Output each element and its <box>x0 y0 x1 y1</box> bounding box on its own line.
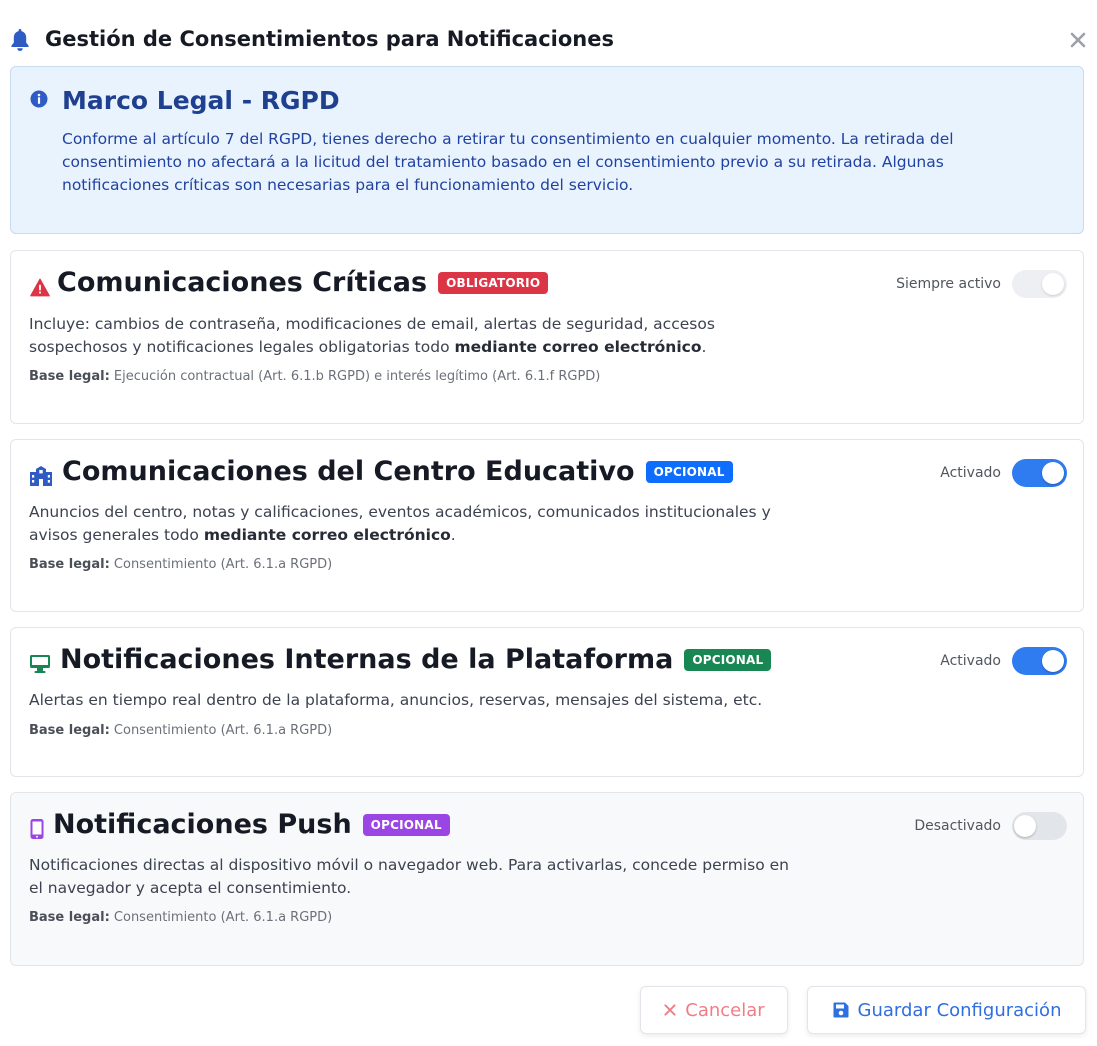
card-title: Notificaciones Push OPCIONAL <box>53 809 450 840</box>
card-description: Alertas en tiempo real dentro de la plat… <box>29 689 1029 712</box>
basis-label: Base legal: <box>29 369 110 384</box>
legal-basis: Base legal: Consentimiento (Art. 6.1.a R… <box>29 557 332 572</box>
toggle-status-label: Desactivado <box>914 818 1001 834</box>
cancel-label: Cancelar <box>685 999 765 1021</box>
basis-label: Base legal: <box>29 557 110 572</box>
save-icon <box>833 1002 849 1018</box>
desktop-icon <box>30 655 50 673</box>
card-title-text: Comunicaciones Críticas <box>57 267 428 298</box>
basis-text: Ejecución contractual (Art. 6.1.b RGPD) … <box>109 369 601 384</box>
basis-label: Base legal: <box>29 723 110 738</box>
toggle-knob <box>1042 650 1064 672</box>
optional-badge: OPCIONAL <box>362 813 450 836</box>
legal-title: Marco Legal - RGPD <box>62 86 340 115</box>
toggle-knob <box>1042 462 1064 484</box>
toggle-status-label: Activado <box>940 653 1001 669</box>
cancel-button[interactable]: Cancelar <box>640 986 788 1034</box>
desc-end: . <box>450 526 456 544</box>
mobile-icon <box>30 819 44 839</box>
info-icon <box>30 90 48 108</box>
desc-bold: mediante correo electrónico <box>203 526 451 544</box>
save-label: Guardar Configuración <box>857 999 1062 1021</box>
card-description: Notificaciones directas al dispositivo m… <box>29 854 789 900</box>
basis-text: Consentimiento (Art. 6.1.a RGPD) <box>109 723 333 738</box>
x-icon <box>664 1004 676 1016</box>
critical-toggle <box>1012 270 1067 298</box>
optional-badge: OPCIONAL <box>645 460 733 483</box>
modal-title: Gestión de Consentimientos para Notifica… <box>45 27 614 51</box>
basis-text: Consentimiento (Art. 6.1.a RGPD) <box>109 557 333 572</box>
card-description: Anuncios del centro, notas y calificacio… <box>29 501 789 547</box>
save-config-button[interactable]: Guardar Configuración <box>807 986 1086 1034</box>
card-title: Comunicaciones del Centro Educativo OPCI… <box>62 456 733 487</box>
optional-badge: OPCIONAL <box>684 648 772 671</box>
school-icon <box>30 466 52 486</box>
card-title: Notificaciones Internas de la Plataforma… <box>60 644 772 675</box>
card-description: Incluye: cambios de contraseña, modifica… <box>29 313 789 359</box>
card-title-text: Comunicaciones del Centro Educativo <box>62 456 635 487</box>
toggle-knob <box>1042 273 1064 295</box>
legal-text: Conforme al artículo 7 del RGPD, tienes … <box>62 130 954 194</box>
card-title: Comunicaciones Críticas OBLIGATORIO <box>57 267 549 298</box>
card-title-text: Notificaciones Push <box>53 809 352 840</box>
legal-basis: Base legal: Consentimiento (Art. 6.1.a R… <box>29 723 332 738</box>
legal-info-panel: Marco Legal - RGPD Conforme al artículo … <box>10 66 1084 234</box>
mandatory-badge: OBLIGATORIO <box>438 271 549 294</box>
toggle-status-label: Activado <box>940 465 1001 481</box>
warning-icon <box>30 278 50 297</box>
basis-text: Consentimiento (Art. 6.1.a RGPD) <box>109 910 333 925</box>
basis-label: Base legal: <box>29 910 110 925</box>
close-icon[interactable] <box>1068 30 1088 50</box>
consent-card-school: Comunicaciones del Centro Educativo OPCI… <box>10 439 1084 612</box>
desc-end: . <box>701 338 707 356</box>
platform-toggle[interactable] <box>1012 647 1067 675</box>
school-toggle[interactable] <box>1012 459 1067 487</box>
modal-header: Gestión de Consentimientos para Notifica… <box>0 0 1097 66</box>
desc-bold: mediante correo electrónico <box>454 338 702 356</box>
desc-text: Alertas en tiempo real dentro de la plat… <box>29 691 763 709</box>
card-title-text: Notificaciones Internas de la Plataforma <box>60 644 674 675</box>
toggle-status-label: Siempre activo <box>896 276 1001 292</box>
toggle-knob <box>1014 815 1036 837</box>
push-toggle[interactable] <box>1012 812 1067 840</box>
bell-icon <box>11 29 29 51</box>
legal-basis: Base legal: Consentimiento (Art. 6.1.a R… <box>29 910 332 925</box>
desc-text: Notificaciones directas al dispositivo m… <box>29 856 789 897</box>
consent-card-push: Notificaciones Push OPCIONAL Desactivado… <box>10 792 1084 966</box>
consent-card-platform: Notificaciones Internas de la Plataforma… <box>10 627 1084 777</box>
consent-card-critical: Comunicaciones Críticas OBLIGATORIO Siem… <box>10 250 1084 424</box>
legal-basis: Base legal: Ejecución contractual (Art. … <box>29 369 600 384</box>
